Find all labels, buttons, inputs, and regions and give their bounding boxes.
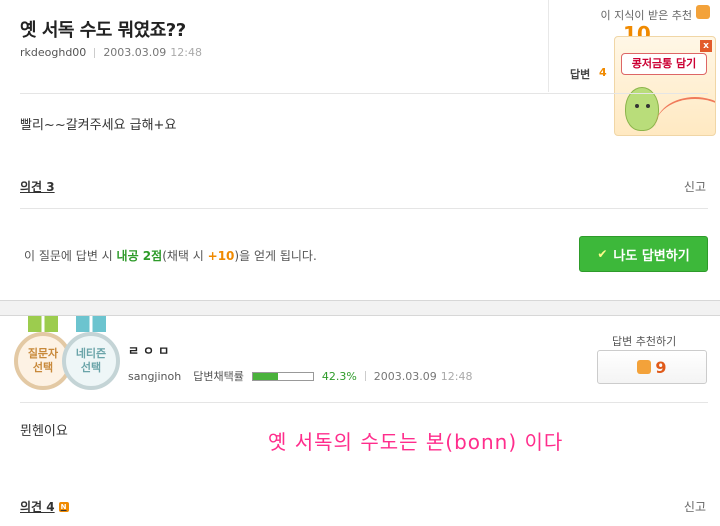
meta-divider: [364, 371, 366, 381]
decorative-arc: [655, 97, 715, 135]
adopt-rate-label: 답변채택률: [193, 370, 244, 383]
close-icon[interactable]: x: [700, 40, 712, 52]
answer-opinion-label: 의견 4: [20, 500, 55, 514]
section-gap: [0, 300, 720, 316]
question-title: 옛 서독 수도 뭐였죠??: [20, 20, 186, 41]
answerer-id[interactable]: sangjinoh: [128, 370, 181, 383]
points-notice: 이 질문에 답변 시 내공 2점(채택 시 +10)을 얻게 됩니다.: [24, 247, 317, 264]
meta-divider: [94, 47, 96, 58]
question-author[interactable]: rkdeoghd00: [20, 46, 86, 59]
answer-body: 뮌헨이요: [20, 424, 68, 439]
notice-points: 내공 2점: [116, 249, 163, 263]
question-time: 12:48: [170, 46, 202, 59]
answer-date: 2003.03.09: [373, 369, 437, 383]
netizen-choice-medal-icon: 네티즌 선택: [62, 332, 120, 390]
question-date: 2003.03.09: [103, 46, 167, 59]
answer-meta: sangjinoh 답변채택률 42.3% 2003.03.09 12:48: [128, 368, 472, 384]
divider: [20, 402, 708, 403]
adopt-rate-percent: 42.3%: [321, 369, 357, 383]
question-body: 빨리~~갈켜주세요 급해+요: [20, 118, 177, 133]
piggy-bank-ad[interactable]: x 콩저금통 담기: [614, 36, 716, 136]
adopt-rate-bar: [251, 371, 314, 381]
medal-line1: 질문자: [27, 347, 59, 360]
answer-card: 질문자 선택 네티즌 선택 ㄹㅇㅁ sangjinoh 답변채택률 42.3% …: [0, 316, 720, 526]
notice-middle: (채택 시: [162, 249, 208, 263]
answerer-nickname: ㄹㅇㅁ: [128, 344, 174, 358]
opinion-link[interactable]: 의견 3: [20, 178, 55, 195]
divider: [20, 93, 708, 94]
question-meta: rkdeoghd00 2003.03.09 12:48: [20, 46, 202, 59]
adopt-rate-fill: [252, 372, 279, 380]
answer-opinion-link[interactable]: 의견 4 N: [20, 498, 69, 515]
medal-ribbon-icon: [76, 316, 106, 332]
check-icon: ✔: [597, 247, 608, 261]
ad-label[interactable]: 콩저금통 담기: [621, 53, 707, 75]
medal-ribbon-icon: [28, 316, 58, 332]
recommend-answer-button[interactable]: 9: [597, 350, 707, 384]
medal-line1: 네티즌: [75, 347, 107, 360]
report-link[interactable]: 신고: [684, 178, 706, 195]
medal-line2: 선택: [80, 361, 102, 374]
write-answer-label: 나도 답변하기: [613, 248, 690, 264]
medal-line2: 선택: [32, 361, 54, 374]
thumbs-up-icon: [637, 360, 652, 374]
answer-report-link[interactable]: 신고: [684, 498, 706, 515]
notice-bonus: +10: [207, 249, 235, 263]
question-card: 옛 서독 수도 뭐였죠?? rkdeoghd00 2003.03.09 12:4…: [0, 0, 720, 300]
notice-suffix: )을 얻게 됩니다.: [234, 249, 317, 263]
answer-time: 12:48: [440, 369, 473, 383]
divider: [20, 208, 708, 209]
recommend-answer-label: 답변 추천하기: [612, 335, 677, 348]
new-badge: N: [58, 501, 69, 512]
write-answer-button[interactable]: ✔ 나도 답변하기: [579, 236, 708, 272]
overlay-caption: 옛 서독의 수도는 본(bonn) 이다: [268, 430, 564, 454]
recommend-answer-count: 9: [655, 357, 667, 377]
notice-prefix: 이 질문에 답변 시: [24, 249, 117, 263]
thumbs-up-icon: [696, 5, 710, 19]
answer-count: 4: [599, 66, 607, 79]
recommend-received-label: 이 지식이 받은 추천: [600, 9, 692, 22]
answer-count-label: 답변: [570, 68, 591, 81]
